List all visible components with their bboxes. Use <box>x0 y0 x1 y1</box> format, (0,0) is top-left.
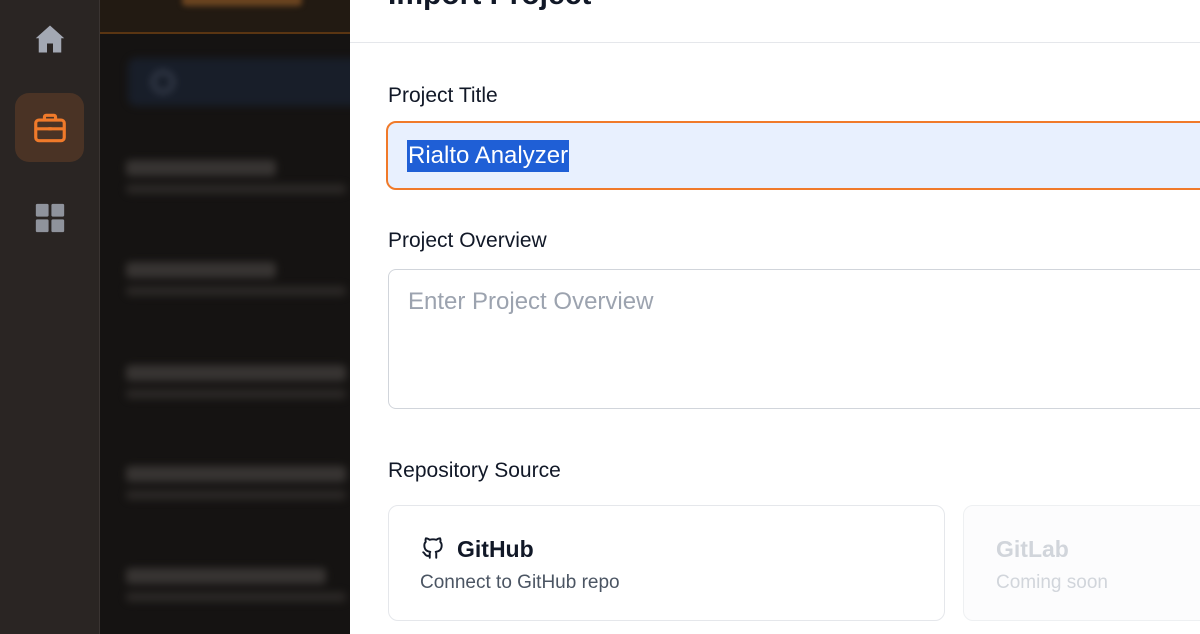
list-topbar-blurred-label <box>182 0 302 6</box>
project-title-selected-text: Rialto Analyzer <box>407 139 570 172</box>
gitlab-source-description: Coming soon <box>996 572 1108 593</box>
list-topbar <box>100 0 350 34</box>
grid-icon <box>35 203 64 232</box>
icon-rail <box>0 0 100 634</box>
project-title-label: Project Title <box>388 84 498 107</box>
github-icon <box>422 537 443 559</box>
rail-dashboard-button[interactable] <box>15 183 84 252</box>
rail-projects-button[interactable] <box>15 93 84 162</box>
briefcase-icon <box>33 113 66 142</box>
project-title-input[interactable]: Rialto Analyzer <box>386 121 1200 190</box>
repository-source-label: Repository Source <box>388 459 561 482</box>
rail-home-button[interactable] <box>15 4 84 73</box>
list-search-box <box>128 58 350 106</box>
gitlab-source-name: GitLab <box>996 536 1069 562</box>
home-icon <box>35 25 64 52</box>
import-project-modal: Import Project Project Title Rialto Anal… <box>350 0 1200 634</box>
list-item <box>126 160 350 194</box>
list-item <box>126 262 350 296</box>
modal-title: Import Project <box>388 0 591 12</box>
modal-header: Import Project <box>350 0 1200 43</box>
list-item <box>126 466 350 500</box>
project-overview-label: Project Overview <box>388 229 547 252</box>
project-list-backdrop <box>100 0 350 634</box>
gitlab-source-card: GitLab Coming soon <box>963 505 1200 621</box>
project-overview-textarea[interactable]: Enter Project Overview <box>388 269 1200 409</box>
search-icon <box>152 71 174 93</box>
github-source-description: Connect to GitHub repo <box>420 572 620 593</box>
github-source-card[interactable]: GitHub Connect to GitHub repo <box>388 505 945 621</box>
github-source-name: GitHub <box>457 536 534 562</box>
list-item <box>126 365 350 399</box>
app-window: Import Project Project Title Rialto Anal… <box>0 0 1200 634</box>
list-item <box>126 568 350 602</box>
